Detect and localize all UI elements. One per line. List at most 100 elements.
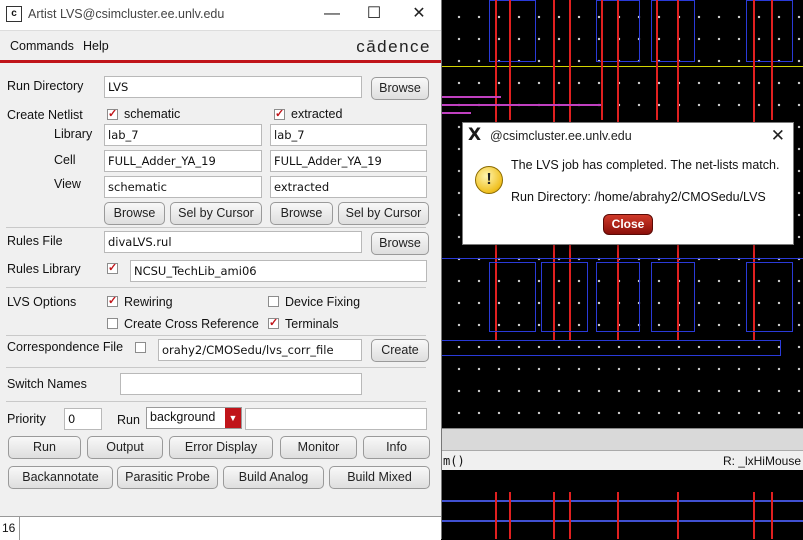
error-display-button[interactable]: Error Display [169, 436, 273, 459]
correspondence-create-button[interactable]: Create [371, 339, 429, 362]
rules-library-checkbox[interactable]: ✓ [107, 263, 118, 274]
parasitic-probe-button[interactable]: Parasitic Probe [117, 466, 218, 489]
layout-wire [617, 492, 619, 539]
menu-commands[interactable]: Commands [10, 39, 74, 53]
layout-wire [509, 0, 511, 120]
cadence-logo: cādence [356, 37, 431, 56]
dialog-title-bar[interactable]: X @csimcluster.ee.unlv.edu ✕ [463, 123, 793, 149]
run-mode-select[interactable]: background ▼ [146, 407, 242, 429]
run-directory-input[interactable]: LVS [104, 76, 362, 98]
backannotate-button[interactable]: Backannotate [8, 466, 113, 489]
title-bar[interactable]: c Artist LVS@csimcluster.ee.unlv.edu — ☐… [0, 0, 441, 31]
schematic-cell-input[interactable]: FULL_Adder_YA_19 [104, 150, 262, 172]
switch-names-label: Switch Names [7, 377, 87, 391]
device-fixing-label: Device Fixing [285, 295, 361, 309]
layout-shape [651, 262, 695, 332]
dialog-message: The LVS job has completed. The net-lists… [511, 158, 780, 172]
layout-wire [553, 492, 555, 539]
schematic-library-input[interactable]: lab_7 [104, 124, 262, 146]
rules-file-browse-button[interactable]: Browse [371, 232, 429, 255]
warning-icon: ! [475, 166, 503, 194]
chevron-down-icon[interactable]: ▼ [225, 408, 241, 428]
priority-input[interactable]: 0 [64, 408, 102, 430]
cross-reference-checkbox[interactable] [107, 318, 118, 329]
run-directory-label: Run Directory [7, 79, 84, 93]
dialog-run-directory: Run Directory: /home/abrahy2/CMOSedu/LVS [511, 190, 766, 204]
menu-bar: Commands Help cādence [0, 31, 441, 57]
rules-library-input[interactable]: NCSU_TechLib_ami06 [130, 260, 427, 282]
run-label: Run [117, 413, 140, 427]
layout-wire [441, 96, 501, 98]
x-window-icon: X [468, 125, 482, 145]
lvs-options-label: LVS Options [7, 295, 77, 309]
layout-shape [441, 340, 781, 356]
priority-label: Priority [7, 412, 46, 426]
horizontal-scrollbar[interactable] [441, 428, 803, 451]
separator [6, 335, 426, 336]
correspondence-checkbox[interactable] [135, 342, 146, 353]
rewiring-checkbox[interactable]: ✓ [107, 296, 118, 307]
extracted-label: extracted [291, 107, 343, 121]
extracted-library-input[interactable]: lab_7 [270, 124, 427, 146]
dialog-close-button[interactable]: Close [603, 214, 653, 235]
correspondence-file-input[interactable]: orahy2/CMOSedu/lvs_corr_file [158, 339, 362, 361]
build-analog-button[interactable]: Build Analog [223, 466, 324, 489]
device-fixing-checkbox[interactable] [268, 296, 279, 307]
extracted-browse-button[interactable]: Browse [270, 202, 333, 225]
layout-wire [771, 492, 773, 539]
status-bar: 16 [0, 516, 441, 540]
rewiring-label: Rewiring [124, 295, 173, 309]
extracted-sel-by-cursor-button[interactable]: Sel by Cursor [338, 202, 429, 225]
extracted-cell-input[interactable]: FULL_Adder_YA_19 [270, 150, 427, 172]
schematic-label: schematic [124, 107, 181, 121]
layout-wire [677, 492, 679, 539]
layout-shape [596, 262, 640, 332]
output-button[interactable]: Output [87, 436, 163, 459]
layout-wire [569, 492, 571, 539]
status-divider [19, 517, 20, 540]
build-mixed-button[interactable]: Build Mixed [329, 466, 430, 489]
ciw-mouse-binding: R: _lxHiMouse [722, 454, 801, 468]
info-button[interactable]: Info [363, 436, 430, 459]
view-label: View [54, 177, 81, 191]
separator [6, 367, 426, 368]
run-button[interactable]: Run [8, 436, 81, 459]
layout-wire [753, 492, 755, 539]
rules-library-label: Rules Library [7, 262, 81, 276]
separator [6, 227, 426, 228]
maximize-button[interactable]: ☐ [360, 4, 388, 24]
rules-file-label: Rules File [7, 234, 63, 248]
close-window-button[interactable]: ✕ [405, 4, 433, 24]
status-number: 16 [2, 521, 16, 535]
header-divider [0, 60, 441, 63]
library-label: Library [54, 127, 93, 141]
menu-help[interactable]: Help [83, 39, 109, 53]
run-extra-input[interactable] [245, 408, 427, 430]
schematic-checkbox[interactable]: ✓ [107, 109, 118, 120]
schematic-browse-button[interactable]: Browse [104, 202, 165, 225]
extracted-view-input[interactable]: extracted [270, 176, 427, 198]
layout-wire [601, 0, 603, 120]
layout-wire [656, 0, 658, 120]
run-directory-browse-button[interactable]: Browse [371, 77, 429, 100]
dialog-title: @csimcluster.ee.unlv.edu [490, 129, 632, 143]
layout-shape [746, 262, 793, 332]
layout-preview [441, 470, 803, 539]
cell-label: Cell [54, 153, 76, 167]
dialog-close-icon[interactable]: ✕ [771, 126, 785, 146]
terminals-label: Terminals [285, 317, 339, 331]
separator [6, 287, 426, 288]
terminals-checkbox[interactable]: ✓ [268, 318, 279, 329]
cross-reference-label: Create Cross Reference [124, 317, 259, 331]
separator [6, 401, 426, 402]
minimize-button[interactable]: — [318, 4, 346, 24]
create-netlist-label: Create Netlist [7, 108, 83, 122]
monitor-button[interactable]: Monitor [280, 436, 357, 459]
schematic-view-input[interactable]: schematic [104, 176, 262, 198]
extracted-checkbox[interactable]: ✓ [274, 109, 285, 120]
layout-wire [509, 492, 511, 539]
rules-file-input[interactable]: divaLVS.rul [104, 231, 362, 253]
switch-names-input[interactable] [120, 373, 362, 395]
schematic-sel-by-cursor-button[interactable]: Sel by Cursor [170, 202, 262, 225]
lvs-window: c Artist LVS@csimcluster.ee.unlv.edu — ☐… [0, 0, 442, 540]
